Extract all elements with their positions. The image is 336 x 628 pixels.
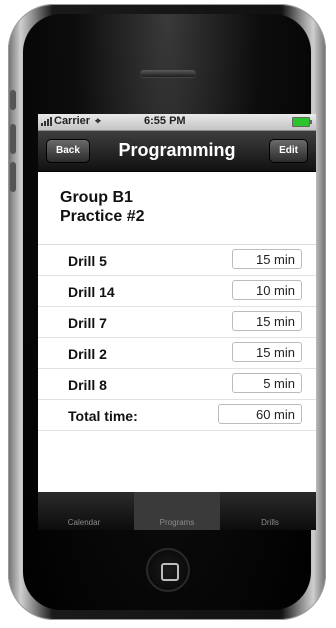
total-row: Total time: 60 min <box>38 400 316 431</box>
tab-bar: Calendar Programs Drills <box>38 492 316 530</box>
drill-time-field[interactable]: 15 min <box>232 249 302 269</box>
group-name: Group B1 <box>60 189 133 206</box>
signal-icon <box>41 116 52 126</box>
tab-programs-label: Programs <box>159 518 195 527</box>
practice-name: Practice #2 <box>60 208 145 225</box>
group-header: Group B1 Practice #2 <box>38 172 316 245</box>
tab-drills-label: Drills <box>261 518 279 527</box>
total-label: Total time: <box>68 408 138 424</box>
edit-button[interactable]: Edit <box>269 139 308 163</box>
battery-icon <box>292 117 312 127</box>
app-screen: Carrier ⌖ 6:55 PM Back Programming Edit … <box>38 114 316 530</box>
tab-calendar[interactable]: Calendar <box>38 492 130 530</box>
wifi-icon: ⌖ <box>95 115 101 127</box>
home-button[interactable] <box>146 548 190 592</box>
silent-switch <box>10 90 16 110</box>
volume-down-button <box>10 162 16 192</box>
drill-row[interactable]: Drill 5 15 min <box>38 245 316 276</box>
drill-time-field[interactable]: 5 min <box>232 373 302 393</box>
volume-up-button <box>10 124 16 154</box>
status-bar: Carrier ⌖ 6:55 PM <box>38 114 316 131</box>
carrier-info: Carrier ⌖ <box>41 115 101 127</box>
drill-time-field[interactable]: 15 min <box>232 342 302 362</box>
drill-name: Drill 7 <box>68 315 107 331</box>
drill-row[interactable]: Drill 7 15 min <box>38 307 316 338</box>
drill-name: Drill 8 <box>68 377 107 393</box>
tab-programs[interactable]: Programs <box>134 492 220 530</box>
drill-time-field[interactable]: 15 min <box>232 311 302 331</box>
tab-drills[interactable]: Drills <box>224 492 316 530</box>
navigation-bar: Back Programming Edit <box>38 131 316 172</box>
drill-name: Drill 14 <box>68 284 115 300</box>
drill-row[interactable]: Drill 2 15 min <box>38 338 316 369</box>
drill-time-field[interactable]: 10 min <box>232 280 302 300</box>
carrier-label: Carrier <box>54 115 91 127</box>
speaker-grille <box>140 70 196 77</box>
status-time: 6:55 PM <box>144 115 186 127</box>
drill-name: Drill 5 <box>68 253 107 269</box>
total-time-field: 60 min <box>218 404 302 424</box>
drill-row[interactable]: Drill 14 10 min <box>38 276 316 307</box>
drill-name: Drill 2 <box>68 346 107 362</box>
drill-row[interactable]: Drill 8 5 min <box>38 369 316 400</box>
tab-calendar-label: Calendar <box>67 518 101 527</box>
